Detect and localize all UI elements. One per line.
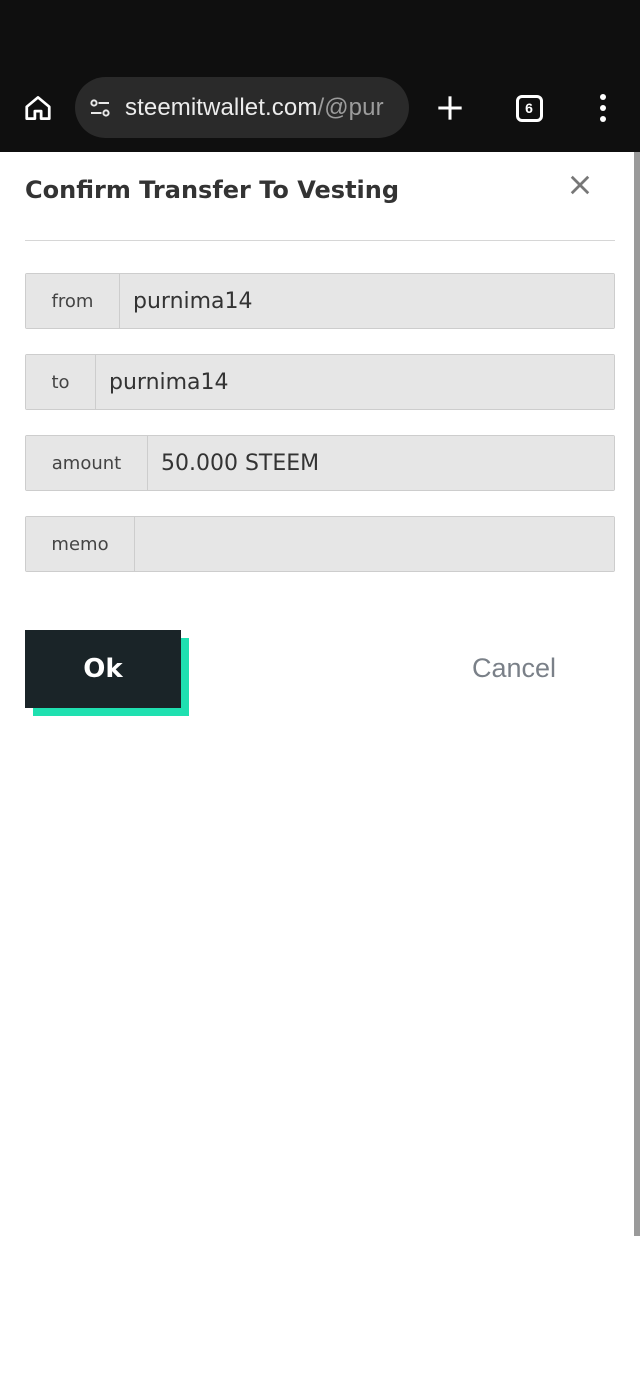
- divider: [25, 240, 615, 241]
- site-settings-icon[interactable]: [87, 95, 113, 121]
- memo-field: memo: [25, 516, 615, 572]
- url-text[interactable]: steemitwallet.com/@pur: [125, 94, 384, 122]
- plus-icon: [438, 96, 462, 120]
- memo-label: memo: [26, 517, 135, 571]
- from-label: from: [26, 274, 120, 328]
- ok-button-wrapper: Ok: [25, 630, 189, 716]
- tab-switcher-button[interactable]: 6: [510, 89, 548, 127]
- cancel-button[interactable]: Cancel: [455, 648, 573, 688]
- new-tab-button[interactable]: [430, 88, 470, 128]
- ok-button[interactable]: Ok: [25, 630, 181, 708]
- url-path: /@pur: [317, 93, 384, 121]
- tabs-icon: 6: [515, 94, 543, 122]
- amount-label: amount: [26, 436, 148, 490]
- dialog-title: Confirm Transfer To Vesting: [25, 176, 400, 204]
- tab-count: 6: [525, 100, 533, 116]
- to-value: purnima14: [96, 355, 614, 409]
- memo-value: [135, 517, 614, 571]
- home-button[interactable]: [18, 88, 58, 128]
- url-host: steemitwallet.com: [125, 93, 318, 121]
- browser-toolbar: steemitwallet.com/@pur 6: [0, 0, 640, 152]
- from-field: from purnima14: [25, 273, 615, 329]
- more-vert-icon[interactable]: [588, 88, 618, 128]
- from-value: purnima14: [120, 274, 614, 328]
- scrollbar[interactable]: [634, 152, 640, 1236]
- to-label: to: [26, 355, 96, 409]
- address-bar[interactable]: steemitwallet.com/@pur: [75, 77, 409, 138]
- amount-field: amount 50.000 STEEM: [25, 435, 615, 491]
- home-icon: [25, 96, 51, 120]
- close-icon: [570, 175, 590, 195]
- amount-value: 50.000 STEEM: [148, 436, 614, 490]
- close-button[interactable]: [566, 171, 594, 199]
- to-field: to purnima14: [25, 354, 615, 410]
